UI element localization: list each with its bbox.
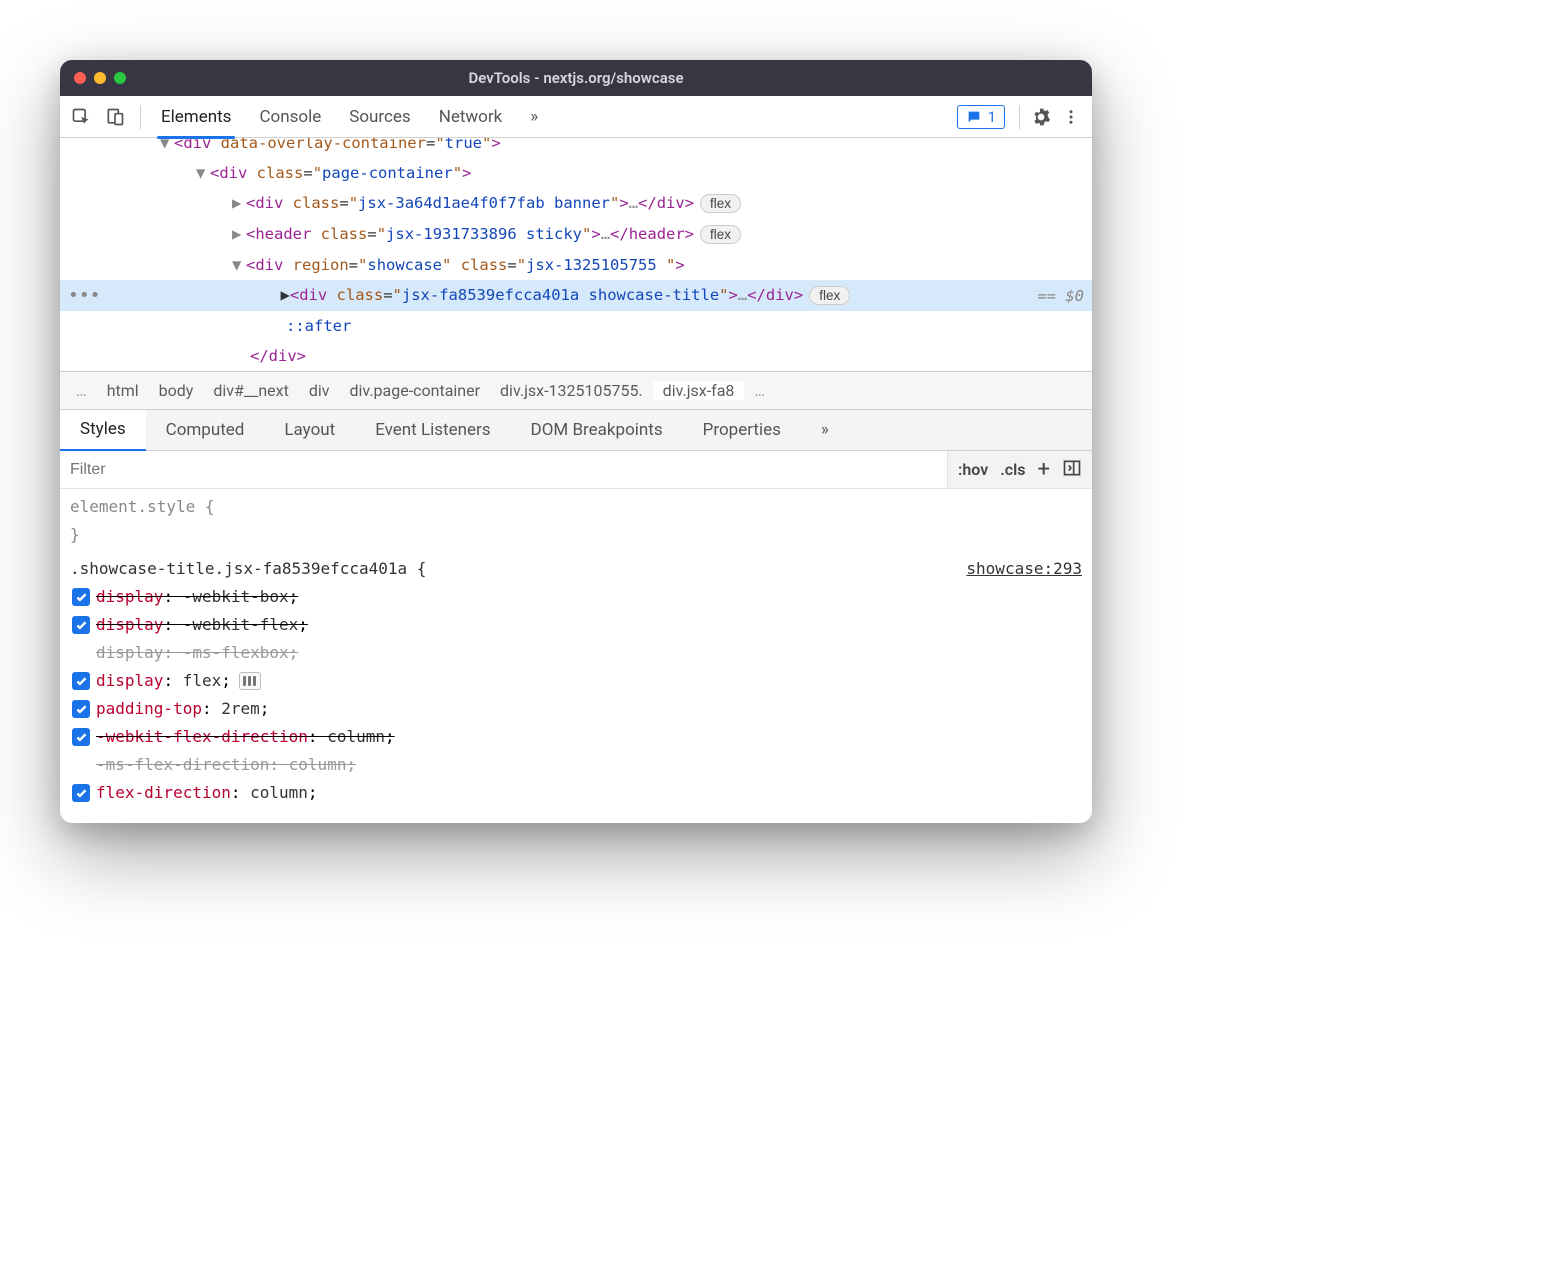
device-toggle-icon[interactable] <box>100 102 130 132</box>
tab-sources[interactable]: Sources <box>335 96 424 138</box>
styles-tab-dombreakpoints[interactable]: DOM Breakpoints <box>511 409 683 451</box>
inspect-icon[interactable] <box>66 102 96 132</box>
breadcrumbs[interactable]: … html body div#__next div div.page-cont… <box>60 371 1092 409</box>
styles-filter-input[interactable] <box>60 451 947 488</box>
titlebar: DevTools - nextjs.org/showcase <box>60 60 1092 96</box>
styles-tab-layout[interactable]: Layout <box>264 409 355 451</box>
css-selector[interactable]: .showcase-title.jsx-fa8539efcca401a { <box>70 555 426 583</box>
css-declaration[interactable]: -webkit-flex-direction: column; <box>70 723 1082 751</box>
flex-badge[interactable]: flex <box>700 194 741 213</box>
ellipsis-icon[interactable]: ••• <box>60 281 107 311</box>
dom-line[interactable]: ▼<div data-overlay-container="true"> <box>60 138 1092 158</box>
tab-elements[interactable]: Elements <box>147 96 245 138</box>
checkbox-icon[interactable] <box>72 588 90 606</box>
crumb-active[interactable]: div.jsx-fa8 <box>653 381 745 400</box>
checkbox-icon[interactable] <box>72 784 90 802</box>
css-declaration[interactable]: display: -webkit-flex; <box>70 611 1082 639</box>
styles-tab-eventlisteners[interactable]: Event Listeners <box>355 409 510 451</box>
tabs-overflow-icon[interactable]: » <box>516 96 552 138</box>
zoom-window-button[interactable] <box>114 72 126 84</box>
flex-editor-icon[interactable] <box>239 672 261 690</box>
traffic-lights <box>74 72 126 84</box>
devtools-window: DevTools - nextjs.org/showcase Elements … <box>60 60 1092 823</box>
checkbox-icon[interactable] <box>72 672 90 690</box>
more-icon[interactable] <box>1056 102 1086 132</box>
css-declaration[interactable]: flex-direction: column; <box>70 779 1082 807</box>
crumb-overflow[interactable]: … <box>744 381 775 400</box>
element-style-block[interactable]: element.style { } <box>70 493 1082 549</box>
styles-tab-properties[interactable]: Properties <box>683 409 801 451</box>
css-declaration[interactable]: display: flex; <box>70 667 1082 695</box>
crumb[interactable]: div.page-container <box>340 381 491 400</box>
css-source-link[interactable]: showcase:293 <box>966 555 1082 583</box>
styles-rules: element.style { } .showcase-title.jsx-fa… <box>60 489 1092 823</box>
dollar-zero: == $0 <box>1031 281 1092 311</box>
issues-badge[interactable]: 1 <box>957 105 1005 129</box>
styles-tabbar: Styles Computed Layout Event Listeners D… <box>60 409 1092 451</box>
hov-toggle[interactable]: :hov <box>958 460 988 479</box>
issues-count: 1 <box>988 108 996 126</box>
styles-filter-bar: :hov .cls + <box>60 451 1092 489</box>
crumb[interactable]: div#__next <box>203 381 298 400</box>
brace-close: } <box>70 521 1082 549</box>
flex-badge[interactable]: flex <box>809 286 850 305</box>
dom-line[interactable]: ▼<div region="showcase" class="jsx-13251… <box>60 250 1092 280</box>
crumb[interactable]: body <box>149 381 204 400</box>
window-title: DevTools - nextjs.org/showcase <box>60 69 1092 87</box>
settings-icon[interactable] <box>1026 102 1056 132</box>
css-declaration[interactable]: padding-top: 2rem; <box>70 695 1082 723</box>
element-style-selector: element.style { <box>70 493 1082 521</box>
elements-tree[interactable]: ▼<div data-overlay-container="true"> ▼<d… <box>60 138 1092 371</box>
dom-line[interactable]: ▼<div class="page-container"> <box>60 158 1092 188</box>
dom-close[interactable]: </div> <box>60 341 1092 371</box>
crumb[interactable]: div.jsx-1325105755. <box>490 381 653 400</box>
flex-badge[interactable]: flex <box>700 225 741 244</box>
checkbox-icon[interactable] <box>72 616 90 634</box>
main-toolbar: Elements Console Sources Network » 1 <box>60 96 1092 138</box>
dom-pseudo[interactable]: ::after <box>60 311 1092 341</box>
styles-tab-overflow-icon[interactable]: » <box>801 409 849 451</box>
close-window-button[interactable] <box>74 72 86 84</box>
tab-network[interactable]: Network <box>425 96 517 138</box>
checkbox-icon[interactable] <box>72 700 90 718</box>
new-style-rule-icon[interactable]: + <box>1038 457 1050 482</box>
minimize-window-button[interactable] <box>94 72 106 84</box>
dom-line[interactable]: ▶<div class="jsx-3a64d1ae4f0f7fab banner… <box>60 188 1092 219</box>
css-declaration-disabled[interactable]: -ms-flex-direction: column; <box>70 751 1082 779</box>
computed-panel-icon[interactable] <box>1062 458 1082 482</box>
cls-toggle[interactable]: .cls <box>1000 460 1025 479</box>
styles-tab-styles[interactable]: Styles <box>60 410 146 452</box>
styles-tab-computed[interactable]: Computed <box>146 409 265 451</box>
dom-line[interactable]: ▶<header class="jsx-1931733896 sticky">…… <box>60 219 1092 250</box>
crumb[interactable]: div <box>299 381 340 400</box>
crumb-overflow[interactable]: … <box>66 381 97 400</box>
checkbox-icon[interactable] <box>72 728 90 746</box>
dom-line-selected[interactable]: ••• ▶<div class="jsx-fa8539efcca401a sho… <box>60 280 1092 311</box>
css-rule-block[interactable]: .showcase-title.jsx-fa8539efcca401a { sh… <box>70 555 1082 807</box>
css-declaration[interactable]: display: -webkit-box; <box>70 583 1082 611</box>
tab-console[interactable]: Console <box>245 96 335 138</box>
crumb[interactable]: html <box>97 381 149 400</box>
css-declaration-disabled[interactable]: display: -ms-flexbox; <box>70 639 1082 667</box>
